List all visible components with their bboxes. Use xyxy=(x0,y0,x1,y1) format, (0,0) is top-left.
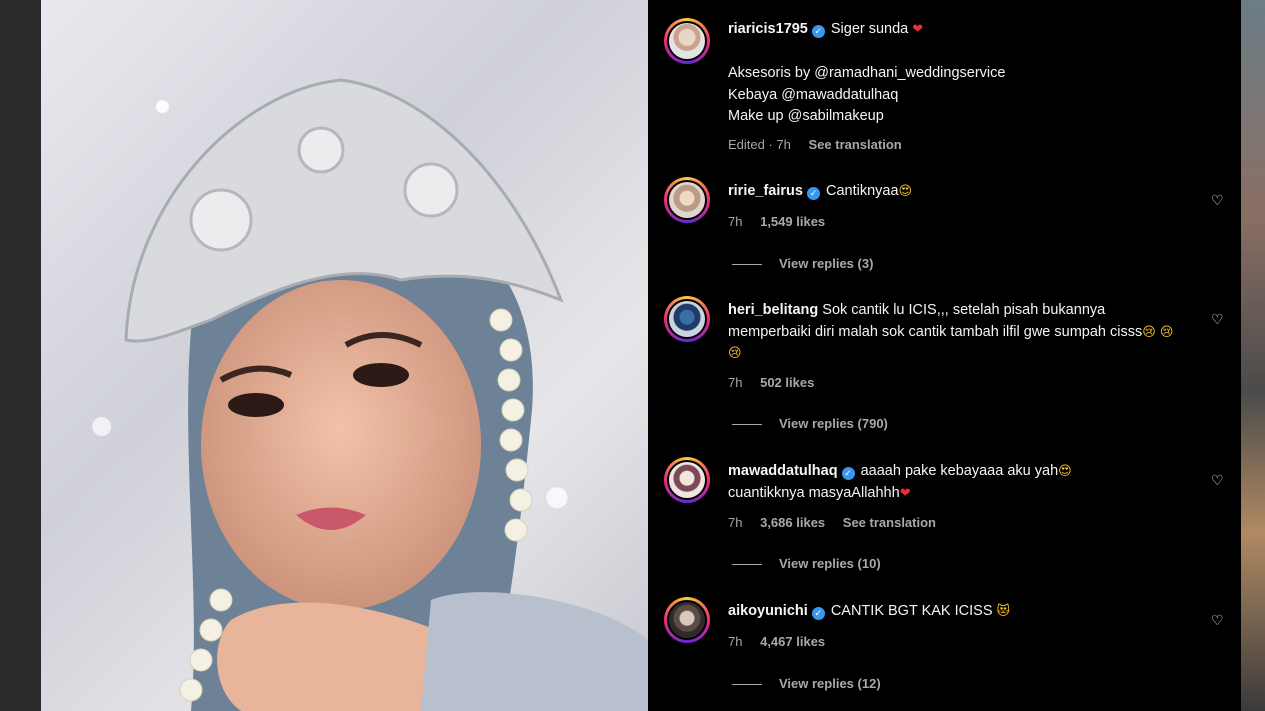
view-replies-button[interactable]: View replies (10) xyxy=(732,556,881,571)
avatar[interactable] xyxy=(664,457,710,503)
username-link[interactable]: aikoyunichi xyxy=(728,603,808,619)
comment-time: 7h xyxy=(728,515,743,530)
replies-divider xyxy=(732,424,762,426)
comment-time: 7h xyxy=(728,634,743,649)
comment-text: heri_belitang Sok cantik lu ICIS,,, sete… xyxy=(728,300,1183,365)
comment-meta: 7h 3,686 likes See translation xyxy=(728,515,950,530)
replies-divider xyxy=(732,684,762,686)
username-link[interactable]: mawaddatulhaq xyxy=(728,463,838,479)
post-image xyxy=(41,0,648,711)
verified-badge-icon: ✓ xyxy=(806,187,820,200)
avatar[interactable] xyxy=(664,177,710,223)
caption-body: Aksesoris by @ramadhani_weddingservice K… xyxy=(728,63,1183,128)
heart-outline-icon[interactable]: ♡ xyxy=(1211,613,1225,627)
view-replies-label: View replies (12) xyxy=(779,676,881,691)
avatar-image xyxy=(667,299,707,339)
comment-time: 7h xyxy=(728,214,743,229)
view-replies-button[interactable]: View replies (3) xyxy=(732,256,873,271)
view-replies-label: View replies (790) xyxy=(779,416,888,431)
caption-line: Make up @sabilmakeup xyxy=(728,108,884,124)
verified-badge-icon: ✓ xyxy=(811,25,825,38)
username-link[interactable]: ririe_fairus xyxy=(728,183,803,199)
caption-line: Aksesoris by @ramadhani_weddingservice xyxy=(728,65,1006,81)
comment-body-line2: cuantikknya masyaAllahhh xyxy=(728,484,900,501)
replies-divider xyxy=(732,564,762,566)
heart-emoji: ❤ xyxy=(912,22,924,37)
verified-badge-icon: ✓ xyxy=(811,607,825,620)
comment-time: 7h xyxy=(728,375,743,390)
avatar-image xyxy=(667,21,707,61)
username-link[interactable]: heri_belitang xyxy=(728,302,818,318)
comment-meta: 7h 502 likes xyxy=(728,375,828,390)
avatar-image xyxy=(667,600,707,640)
caption-line: Kebaya @mawaddatulhaq xyxy=(728,86,899,103)
comment-text: aikoyunichi ✓ CANTIK BGT KAK ICISS 😻 xyxy=(728,601,1183,623)
emoji: 😍 xyxy=(898,184,913,199)
heart-emoji: ❤ xyxy=(899,485,911,501)
username-link[interactable]: riaricis1795 xyxy=(728,21,808,37)
backdrop-left xyxy=(0,0,41,711)
heart-outline-icon[interactable]: ♡ xyxy=(1211,473,1225,487)
avatar-image xyxy=(667,460,707,500)
view-replies-button[interactable]: View replies (12) xyxy=(732,676,881,691)
comment-body: Cantiknyaa xyxy=(826,183,899,199)
view-replies-label: View replies (10) xyxy=(779,556,881,571)
see-translation-link[interactable]: See translation xyxy=(809,137,902,152)
avatar-image xyxy=(667,180,707,220)
view-replies-label: View replies (3) xyxy=(779,256,874,271)
avatar[interactable] xyxy=(664,296,710,342)
replies-divider xyxy=(732,264,762,266)
comment-text: mawaddatulhaq ✓ aaaah pake kebayaaa aku y… xyxy=(728,461,1183,504)
verified-badge-icon: ✓ xyxy=(841,467,855,480)
caption-meta: Edited · 7h See translation xyxy=(728,137,916,152)
caption-title: Siger sunda xyxy=(830,21,909,37)
heart-outline-icon[interactable]: ♡ xyxy=(1211,193,1225,207)
caption-content: riaricis1795 ✓ Siger sunda ❤ xyxy=(728,19,1183,41)
bride-portrait-illustration xyxy=(124,78,648,711)
emoji: 😻 xyxy=(996,604,1011,619)
comment-text: ririe_fairus ✓ Cantiknyaa😍 xyxy=(728,181,1183,203)
backdrop-right xyxy=(1241,0,1265,711)
like-count[interactable]: 502 likes xyxy=(760,375,814,390)
comment-meta: 7h 4,467 likes xyxy=(728,634,839,649)
avatar[interactable] xyxy=(664,597,710,643)
edited-time: Edited · 7h xyxy=(728,137,791,152)
see-translation-link[interactable]: See translation xyxy=(843,515,936,530)
view-replies-button[interactable]: View replies (790) xyxy=(732,416,888,431)
comment-meta: 7h 1,549 likes xyxy=(728,214,839,229)
avatar[interactable] xyxy=(664,18,710,64)
comments-panel: riaricis1795 ✓ Siger sunda ❤ Aksesoris by… xyxy=(648,0,1241,711)
comment-body: CANTIK BGT KAK ICISS xyxy=(830,603,993,619)
like-count[interactable]: 1,549 likes xyxy=(760,214,825,229)
heart-outline-icon[interactable]: ♡ xyxy=(1211,312,1225,326)
like-count[interactable]: 4,467 likes xyxy=(760,634,825,649)
emoji: 😍 xyxy=(1058,464,1072,479)
comment-body: aaaah pake kebayaaa aku yah xyxy=(860,463,1059,479)
like-count[interactable]: 3,686 likes xyxy=(760,515,825,530)
